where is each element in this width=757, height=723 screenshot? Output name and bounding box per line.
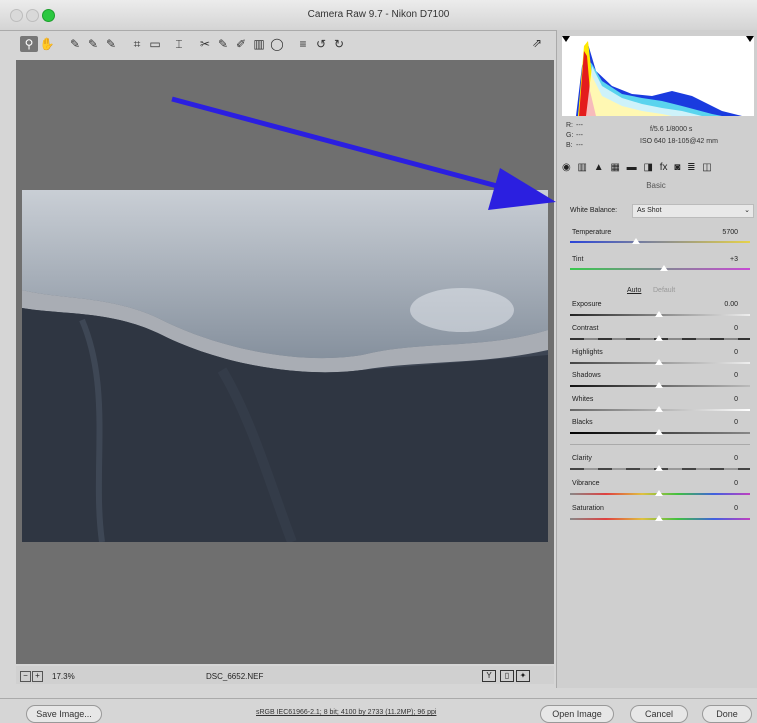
tint-thumb[interactable] <box>660 265 668 271</box>
status-bar: − + 17.3% DSC_6652.NEF Y ▯ ✦ <box>16 666 554 684</box>
before-after-view-button[interactable]: Y <box>482 670 496 682</box>
saturation-value[interactable]: 0 <box>700 505 738 512</box>
save-image-button[interactable]: Save Image... <box>26 705 102 723</box>
divider <box>570 444 750 445</box>
open-image-button[interactable]: Open Image <box>540 705 614 723</box>
tint-value[interactable]: +3 <box>700 256 738 263</box>
clarity-label: Clarity <box>572 455 592 462</box>
shadows-label: Shadows <box>572 372 601 379</box>
blacks-label: Blacks <box>572 419 593 426</box>
filename: DSC_6652.NEF <box>206 672 264 681</box>
r-label: R: <box>566 122 573 129</box>
g-label: G: <box>566 132 574 139</box>
basic-tab-icon[interactable]: ◉ <box>562 162 571 173</box>
zoom-level[interactable]: 17.3% <box>52 672 75 681</box>
r-value: --- <box>576 122 583 129</box>
white-balance-select[interactable]: As Shot ⌄ <box>632 204 754 218</box>
presets-tab-icon[interactable]: ≣ <box>687 162 695 173</box>
whites-thumb[interactable] <box>655 406 663 412</box>
b-label: B: <box>566 142 573 149</box>
clarity-thumb[interactable] <box>655 465 663 471</box>
detail-tab-icon[interactable]: ▲ <box>594 162 604 173</box>
temperature-slider[interactable] <box>570 241 750 243</box>
camera-info: R: --- G: --- B: --- f/5.6 1/8000 s ISO … <box>566 122 754 156</box>
contrast-thumb[interactable] <box>655 335 663 341</box>
cancel-button[interactable]: Cancel <box>630 705 688 723</box>
panel-tabs: ◉ ▥ ▲ ▦ ▬ ◨ fx ◙ ≣ ◫ <box>562 162 752 176</box>
lens-corrections-tab-icon[interactable]: ◨ <box>643 162 652 173</box>
swap-settings-button[interactable]: ▯ <box>500 670 514 682</box>
iso-lens: ISO 640 18-105@42 mm <box>640 138 718 145</box>
zoom-in-button[interactable]: + <box>32 671 43 682</box>
clarity-value[interactable]: 0 <box>700 455 738 462</box>
temperature-label: Temperature <box>572 229 612 236</box>
footer: Save Image... sRGB IEC61966-2.1; 8 bit; … <box>0 698 757 723</box>
blacks-thumb[interactable] <box>655 429 663 435</box>
hsl-tab-icon[interactable]: ▦ <box>610 162 619 173</box>
tone-curve-tab-icon[interactable]: ▥ <box>578 162 587 173</box>
vibrance-label: Vibrance <box>572 480 600 487</box>
done-button[interactable]: Done <box>702 705 752 723</box>
white-balance-label: White Balance: <box>570 207 618 214</box>
highlights-value[interactable]: 0 <box>700 349 738 356</box>
temperature-value[interactable]: 5700 <box>700 229 738 236</box>
workflow-options-link[interactable]: sRGB IEC61966-2.1; 8 bit; 4100 by 2733 (… <box>256 709 436 716</box>
toggle-settings-button[interactable]: ✦ <box>516 670 530 682</box>
auto-button[interactable]: Auto <box>627 287 641 294</box>
split-toning-tab-icon[interactable]: ▬ <box>627 162 637 173</box>
saturation-label: Saturation <box>572 505 604 512</box>
aperture-shutter: f/5.6 1/8000 s <box>650 126 693 133</box>
zoom-out-button[interactable]: − <box>20 671 31 682</box>
saturation-thumb[interactable] <box>655 515 663 521</box>
histogram-graph <box>562 36 754 116</box>
whites-value[interactable]: 0 <box>700 396 738 403</box>
contrast-value[interactable]: 0 <box>700 325 738 332</box>
blacks-value[interactable]: 0 <box>700 419 738 426</box>
camera-calibration-tab-icon[interactable]: ◙ <box>674 162 680 173</box>
chevron-down-icon: ⌄ <box>744 207 750 214</box>
whites-label: Whites <box>572 396 594 403</box>
exposure-thumb[interactable] <box>655 311 663 317</box>
white-balance-value: As Shot <box>637 207 662 214</box>
vibrance-thumb[interactable] <box>655 490 663 496</box>
panel-title: Basic <box>646 181 666 190</box>
effects-tab-icon[interactable]: fx <box>660 162 668 173</box>
tint-label: Tint <box>572 256 584 263</box>
exposure-label: Exposure <box>572 301 602 308</box>
g-value: --- <box>576 132 583 139</box>
snapshots-tab-icon[interactable]: ◫ <box>702 162 711 173</box>
histogram <box>562 36 754 116</box>
exposure-value[interactable]: 0.00 <box>700 301 738 308</box>
default-button[interactable]: Default <box>653 287 675 294</box>
shadows-value[interactable]: 0 <box>700 372 738 379</box>
shadows-thumb[interactable] <box>655 382 663 388</box>
b-value: --- <box>576 142 583 149</box>
highlights-thumb[interactable] <box>655 359 663 365</box>
highlights-label: Highlights <box>572 349 603 356</box>
vibrance-value[interactable]: 0 <box>700 480 738 487</box>
temperature-thumb[interactable] <box>632 238 640 244</box>
contrast-label: Contrast <box>572 325 599 332</box>
